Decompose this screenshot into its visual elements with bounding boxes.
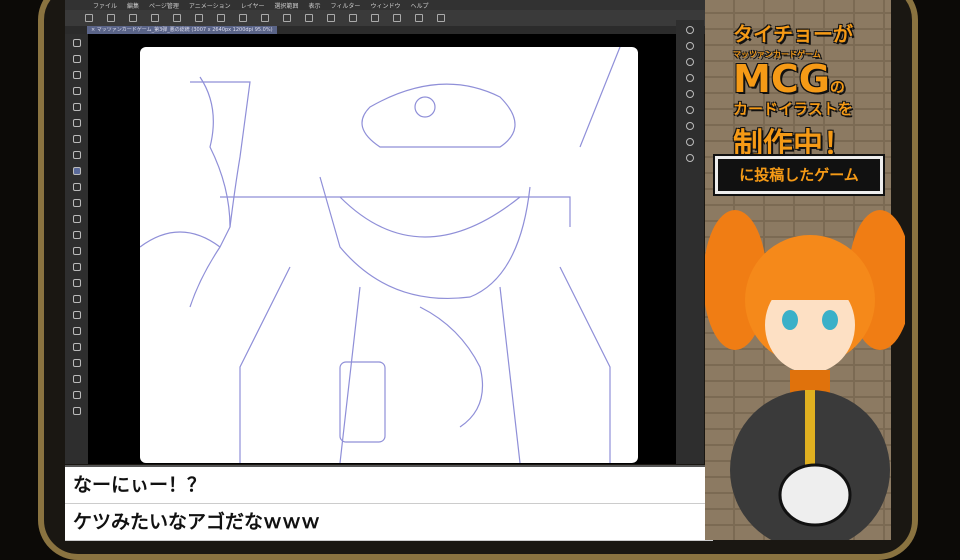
menu-window[interactable]: ウィンドウ bbox=[370, 1, 400, 10]
pen-icon[interactable] bbox=[349, 14, 357, 22]
blend-icon[interactable] bbox=[72, 263, 81, 271]
settings-icon[interactable] bbox=[686, 154, 694, 162]
chat-message: なーにぃー！？ bbox=[65, 467, 713, 504]
tab-bar: × マッツァンカードゲーム_第3弾_悪の総統 (3007 x 2640px 12… bbox=[65, 26, 705, 34]
undo-icon[interactable] bbox=[173, 14, 181, 22]
overlay-title: タイチョーが マッツァンカードゲーム MCGの カードイラストを 制作中！ bbox=[733, 18, 883, 163]
toolbar bbox=[65, 10, 705, 26]
menu-help[interactable]: ヘルプ bbox=[410, 1, 428, 10]
rotate-tool-icon[interactable] bbox=[72, 71, 81, 79]
menu-icon[interactable] bbox=[85, 14, 93, 22]
ruler-icon[interactable] bbox=[72, 343, 81, 351]
balloon-icon[interactable] bbox=[72, 375, 81, 383]
menu-edit[interactable]: 編集 bbox=[127, 1, 139, 10]
chat-box: なーにぃー！？ ケツみたいなアゴだなｗｗｗ bbox=[65, 465, 713, 541]
airbrush-icon[interactable] bbox=[72, 215, 81, 223]
sketch-drawing bbox=[139, 46, 621, 464]
menu-file[interactable]: ファイル bbox=[93, 1, 117, 10]
fill-tool-icon[interactable] bbox=[72, 279, 81, 287]
title-line3: カードイラストを bbox=[733, 100, 853, 118]
menu-filter[interactable]: フィルター bbox=[331, 1, 361, 10]
zoom-in-icon[interactable] bbox=[393, 14, 401, 22]
menu-bar: ファイル 編集 ページ管理 アニメーション レイヤー 選択範囲 表示 フィルター… bbox=[65, 0, 705, 10]
new-icon[interactable] bbox=[107, 14, 115, 22]
title-no: の bbox=[829, 78, 845, 96]
brush-tool-icon[interactable] bbox=[72, 199, 81, 207]
correct-line-icon[interactable] bbox=[72, 391, 81, 399]
tool-palette bbox=[65, 34, 88, 464]
pen-tool-icon[interactable] bbox=[72, 167, 81, 175]
move-tool-icon[interactable] bbox=[72, 87, 81, 95]
brush-icon[interactable] bbox=[371, 14, 379, 22]
menu-animation[interactable]: アニメーション bbox=[189, 1, 231, 10]
history-icon[interactable] bbox=[686, 106, 694, 114]
select-tool-icon[interactable] bbox=[72, 103, 81, 111]
zoom-out-icon[interactable] bbox=[415, 14, 423, 22]
menu-selection[interactable]: 選択範囲 bbox=[275, 1, 299, 10]
redo-icon[interactable] bbox=[195, 14, 203, 22]
hand-tool-icon[interactable] bbox=[72, 55, 81, 63]
menu-layer[interactable]: レイヤー bbox=[241, 1, 265, 10]
fill-icon[interactable] bbox=[305, 14, 313, 22]
canvas-area[interactable] bbox=[88, 34, 676, 464]
decoration-icon[interactable] bbox=[72, 231, 81, 239]
stream-overlay-panel: タイチョーが マッツァンカードゲーム MCGの カードイラストを 制作中！ に投… bbox=[705, 0, 905, 540]
glass-stroke bbox=[189, 76, 231, 308]
frame-icon[interactable] bbox=[72, 327, 81, 335]
document-tab[interactable]: × マッツァンカードゲーム_第3弾_悪の総統 (3007 x 2640px 12… bbox=[87, 26, 277, 34]
search-icon[interactable] bbox=[686, 138, 694, 146]
material-icon[interactable] bbox=[686, 122, 694, 130]
menu-view[interactable]: 表示 bbox=[309, 1, 321, 10]
title-line1: タイチョーが bbox=[733, 22, 853, 46]
pixel-character-avatar bbox=[705, 210, 905, 540]
wand-tool-icon[interactable] bbox=[72, 119, 81, 127]
eraser-icon[interactable] bbox=[72, 247, 81, 255]
navigator-icon[interactable] bbox=[686, 26, 694, 34]
chat-message: ケツみたいなアゴだなｗｗｗ bbox=[65, 504, 713, 541]
menu-page[interactable]: ページ管理 bbox=[149, 1, 179, 10]
title-mcg: MCG bbox=[733, 57, 830, 101]
rect-select-icon[interactable] bbox=[72, 135, 81, 143]
line-icon[interactable] bbox=[72, 311, 81, 319]
crop-icon[interactable] bbox=[327, 14, 335, 22]
subview-icon[interactable] bbox=[686, 42, 694, 50]
right-command-bar bbox=[676, 20, 704, 464]
move-icon[interactable] bbox=[261, 14, 269, 22]
open-icon[interactable] bbox=[151, 14, 159, 22]
zoom-tool-icon[interactable] bbox=[72, 39, 81, 47]
pencil-tool-icon[interactable] bbox=[72, 183, 81, 191]
overlay-badge: に投稿したゲーム bbox=[713, 154, 885, 196]
transform-icon[interactable] bbox=[239, 14, 247, 22]
property-icon[interactable] bbox=[686, 74, 694, 82]
layer-icon[interactable] bbox=[686, 58, 694, 66]
text-icon[interactable] bbox=[72, 359, 81, 367]
gradient-icon[interactable] bbox=[72, 295, 81, 303]
hat-stroke bbox=[361, 83, 516, 148]
color-icon[interactable] bbox=[686, 90, 694, 98]
flip-icon[interactable] bbox=[217, 14, 225, 22]
lasso-icon[interactable] bbox=[283, 14, 291, 22]
drawing-paper[interactable] bbox=[139, 46, 638, 464]
color-swatch-icon[interactable] bbox=[72, 407, 81, 415]
eyedropper-icon[interactable] bbox=[72, 151, 81, 159]
fit-icon[interactable] bbox=[437, 14, 445, 22]
save-icon[interactable] bbox=[129, 14, 137, 22]
